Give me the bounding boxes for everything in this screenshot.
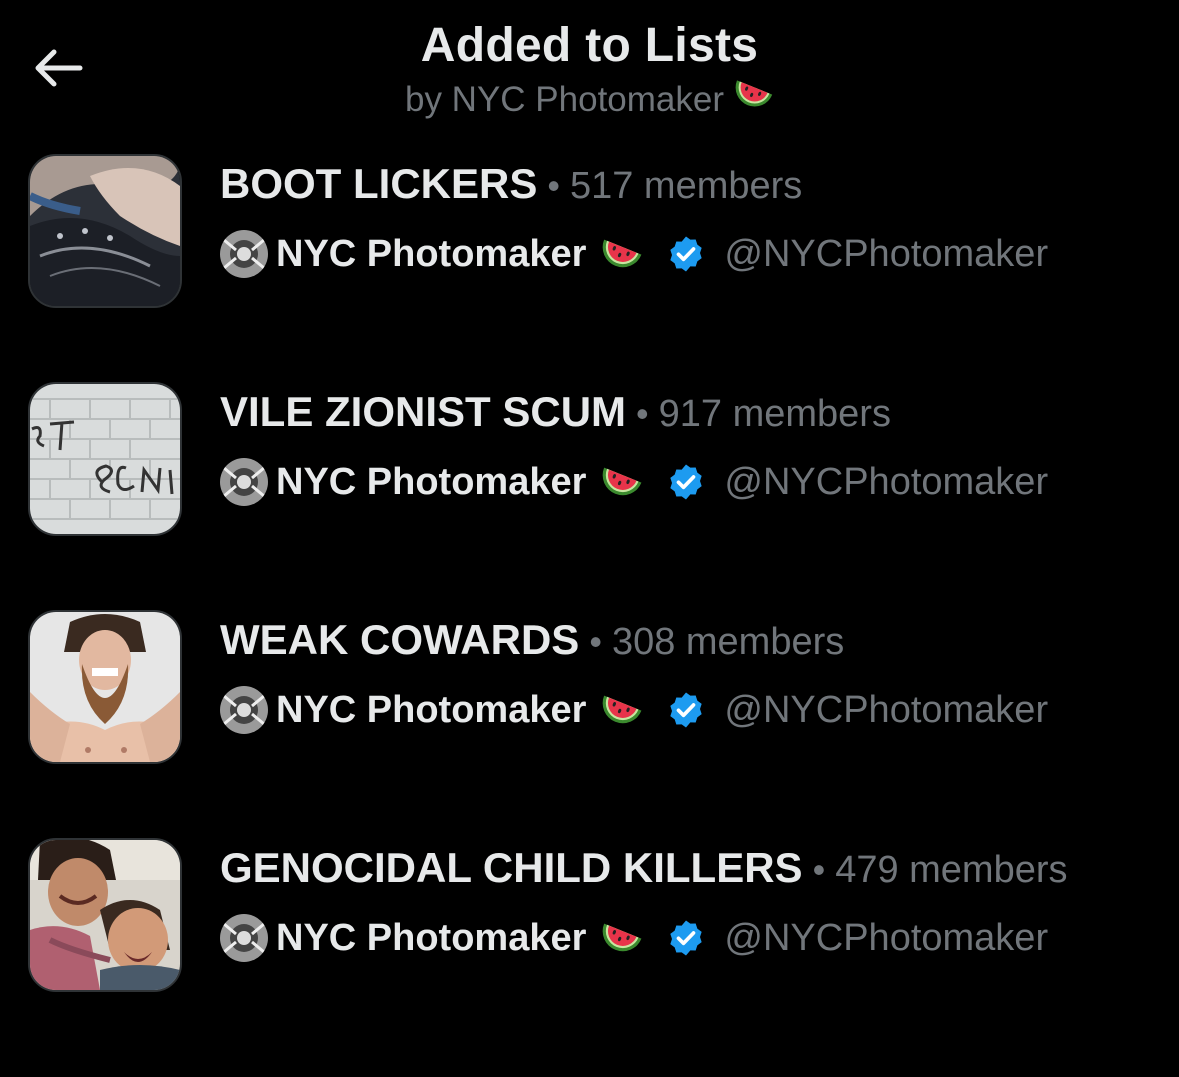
separator-dot: •	[547, 165, 560, 206]
page-title: Added to Lists	[420, 19, 759, 72]
list-owner: NYC Photomaker @NYCPhotomaker	[220, 686, 1049, 734]
watermelon-icon	[596, 236, 644, 272]
member-count: 517 members	[569, 165, 803, 207]
list-title-line: VILE ZIONIST SCUM • 917 members	[220, 384, 891, 442]
list-name: VILE ZIONIST SCUM	[220, 388, 627, 435]
list-item[interactable]: GENOCIDAL CHILD KILLERS • 479 members NYC …	[0, 838, 1179, 998]
list-owner: NYC Photomaker @NYCPhotomaker	[220, 230, 1049, 278]
list-title-line: BOOT LICKERS • 517 members	[220, 156, 802, 214]
list-item[interactable]: VILE ZIONIST SCUM • 917 members NYC Photom…	[0, 382, 1179, 542]
list-title-line: WEAK COWARDS • 308 members	[220, 612, 844, 670]
list-owner: NYC Photomaker @NYCPhotomaker	[220, 914, 1049, 962]
member-count: 917 members	[658, 393, 891, 435]
watermelon-icon	[596, 464, 644, 500]
top-bar: Added to Lists by NYC Photomaker	[0, 0, 1179, 130]
owner-name: NYC Photomaker	[276, 460, 587, 503]
avatar	[220, 914, 268, 962]
watermelon-icon	[730, 77, 774, 120]
separator-dot: •	[589, 621, 602, 662]
list-thumbnail	[28, 610, 182, 764]
owner-name: NYC Photomaker	[276, 916, 587, 959]
list-item[interactable]: BOOT LICKERS • 517 members NYC Photomaker …	[0, 154, 1179, 314]
list-title-line: GENOCIDAL CHILD KILLERS • 479 members	[220, 840, 1068, 898]
list-thumbnail	[28, 838, 182, 992]
list-name: WEAK COWARDS	[220, 616, 580, 663]
watermelon-icon	[596, 920, 644, 956]
verified-badge-icon	[666, 462, 706, 502]
separator-dot: •	[636, 393, 649, 434]
owner-handle: @NYCPhotomaker	[724, 232, 1049, 275]
avatar	[220, 458, 268, 506]
list-name: GENOCIDAL CHILD KILLERS	[220, 844, 803, 891]
list-name: BOOT LICKERS	[220, 160, 538, 207]
subtitle-text: by NYC Photomaker	[404, 80, 725, 119]
verified-badge-icon	[666, 234, 706, 274]
list-thumbnail	[28, 382, 182, 536]
owner-name: NYC Photomaker	[276, 688, 587, 731]
avatar	[220, 230, 268, 278]
list-thumbnail	[28, 154, 182, 308]
avatar	[220, 686, 268, 734]
owner-handle: @NYCPhotomaker	[724, 916, 1049, 959]
verified-badge-icon	[666, 918, 706, 958]
owner-name: NYC Photomaker	[276, 232, 587, 275]
owner-handle: @NYCPhotomaker	[724, 688, 1049, 731]
page-subtitle: by NYC Photomaker	[0, 80, 1179, 120]
verified-badge-icon	[666, 690, 706, 730]
list-owner: NYC Photomaker @NYCPhotomaker	[220, 458, 1049, 506]
member-count: 308 members	[611, 621, 845, 663]
member-count: 479 members	[835, 849, 1068, 891]
watermelon-icon	[596, 692, 644, 728]
separator-dot: •	[812, 849, 826, 890]
list-item[interactable]: WEAK COWARDS • 308 members NYC Photomaker …	[0, 610, 1179, 770]
owner-handle: @NYCPhotomaker	[724, 460, 1049, 503]
